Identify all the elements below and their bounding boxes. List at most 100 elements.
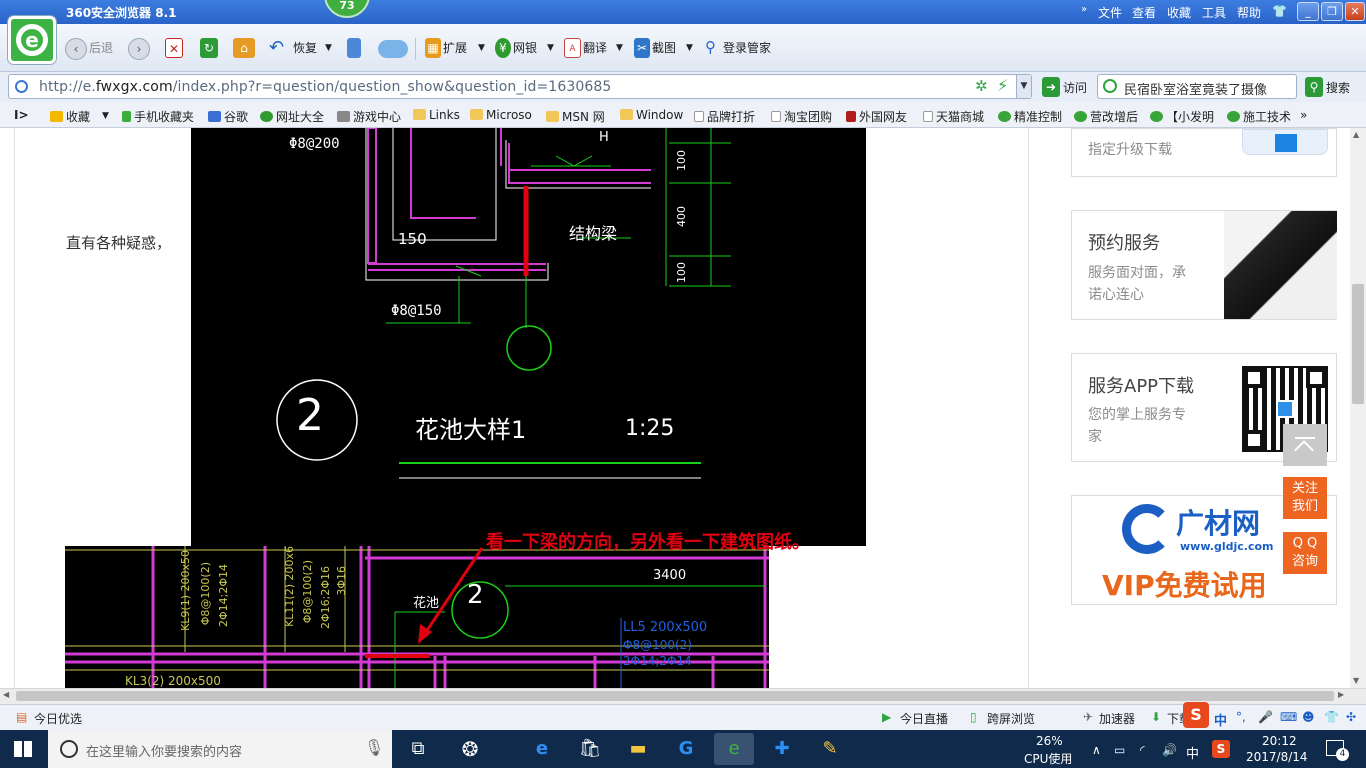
scroll-down-icon[interactable]: ▼ (1353, 676, 1359, 685)
back-icon[interactable]: ‹ (65, 38, 87, 60)
bookmark-item[interactable]: 外国网友 (846, 108, 907, 125)
bookmark-item[interactable]: Window (620, 108, 683, 122)
bookmark-item[interactable]: 施工技术 (1227, 108, 1291, 125)
ime-mode-chinese[interactable]: 中 (1214, 710, 1227, 729)
maximize-button[interactable]: ❐ (1321, 2, 1343, 21)
go-button[interactable]: 访问 (1063, 79, 1087, 96)
back-button-label[interactable]: 后退 (89, 38, 113, 58)
bookmark-item[interactable]: Microso (470, 108, 532, 122)
cad-drawing-detail[interactable]: Φ8@200 150 结构梁 Φ8@150 H 100 400 100 2 花池… (191, 127, 866, 546)
close-button[interactable]: ✕ (1345, 2, 1365, 21)
restore-button-label[interactable]: 恢复 (293, 38, 317, 58)
search-button[interactable]: 搜索 (1326, 79, 1350, 96)
extensions-dropdown-icon[interactable]: ▼ (478, 38, 485, 58)
url-dropdown-icon[interactable]: ▼ (1016, 75, 1031, 98)
back-to-top-button[interactable] (1283, 424, 1327, 466)
live-icon[interactable]: ▶ (882, 710, 891, 724)
bookmark-item[interactable]: 精准控制 (998, 108, 1062, 125)
tray-expand-icon[interactable]: ∧ (1092, 743, 1101, 757)
sidebar-toggle-icon[interactable]: I> (14, 108, 29, 122)
translate-button[interactable]: 翻译 (583, 38, 607, 58)
ime-punct-icon[interactable]: °, (1236, 710, 1246, 724)
follow-us-button[interactable]: 关注 我们 (1283, 477, 1327, 519)
menu-tools[interactable]: 工具 (1202, 4, 1226, 21)
screenshot-dropdown-icon[interactable]: ▼ (686, 38, 693, 58)
minimize-button[interactable]: _ (1297, 2, 1319, 21)
ime-keyboard-icon[interactable]: ⌨ (1280, 710, 1297, 724)
bookmark-item[interactable]: 天猫商城 (923, 108, 984, 125)
address-field[interactable]: http://e.fwxgx.com/index.php?r=question/… (8, 74, 1032, 99)
screenshot-icon[interactable]: ✂ (634, 38, 650, 58)
horizontal-scroll-thumb[interactable] (16, 691, 1334, 701)
download-icon[interactable]: ⬇ (1151, 710, 1161, 724)
microphone-icon[interactable]: 🎙 (364, 738, 384, 757)
menu-file[interactable]: 文件 (1098, 4, 1122, 21)
today-picks-link[interactable]: 今日优选 (34, 710, 82, 727)
glodon-icon[interactable]: G (666, 733, 706, 765)
bookmark-item[interactable]: 游戏中心 (337, 108, 401, 125)
menu-more-icon[interactable]: » (1081, 4, 1087, 15)
search-icon[interactable]: ⚲ (1305, 77, 1323, 97)
qq-consult-button[interactable]: Q Q 咨询 (1283, 532, 1327, 574)
sogou-ime-icon[interactable]: S (1183, 702, 1209, 728)
login-manager-icon[interactable]: ⚲ (705, 38, 716, 56)
screenshot-button[interactable]: 截图 (652, 38, 676, 58)
restore-icon[interactable]: ↶ (269, 37, 284, 58)
scroll-left-icon[interactable]: ◀ (3, 690, 9, 699)
browser-logo-icon[interactable]: e (8, 16, 56, 64)
battery-icon[interactable]: ▭ (1114, 743, 1125, 757)
bookmark-item[interactable]: 网址大全 (260, 108, 324, 125)
bookmark-item[interactable]: 【小发明 (1150, 108, 1214, 125)
notification-icon[interactable]: 4 (1326, 740, 1349, 761)
plus-app-icon[interactable]: ✚ (762, 733, 802, 765)
tray-sogou-icon[interactable]: S (1212, 740, 1230, 758)
edge-icon[interactable]: e (522, 733, 562, 765)
search-engine-icon[interactable] (1103, 79, 1117, 93)
ime-voice-icon[interactable]: 🎤 (1258, 710, 1273, 724)
clock-time[interactable]: 20:12 (1262, 734, 1297, 748)
wifi-icon[interactable]: ◜ (1140, 743, 1145, 757)
upgrade-card[interactable]: 指定升级下载 (1071, 128, 1337, 177)
menu-view[interactable]: 查看 (1132, 4, 1156, 21)
security-icon[interactable]: ✲ (975, 77, 988, 95)
scroll-right-icon[interactable]: ▶ (1338, 690, 1344, 699)
speed-mode-icon[interactable]: ⚡ (997, 76, 1008, 95)
ime-tools-icon[interactable]: ✣ (1346, 710, 1356, 724)
bookmark-item[interactable]: 手机收藏夹 (122, 108, 194, 125)
scroll-up-icon[interactable]: ▲ (1353, 130, 1359, 139)
extensions-button[interactable]: 扩展 (443, 38, 467, 58)
clock-date[interactable]: 2017/8/14 (1246, 750, 1308, 764)
cloud-icon[interactable] (378, 40, 408, 58)
bookmark-item[interactable]: 品牌打折 (694, 108, 755, 125)
accelerator-icon[interactable]: ✈ (1083, 710, 1093, 724)
extensions-icon[interactable]: ▦ (425, 38, 441, 58)
bookmark-item[interactable]: 收藏 (50, 108, 90, 125)
restore-dropdown-icon[interactable]: ▼ (325, 38, 332, 58)
skin-icon[interactable]: 👕 (1272, 4, 1287, 18)
home-icon[interactable]: ⌂ (233, 38, 255, 58)
stop-icon[interactable]: ✕ (165, 38, 183, 58)
task-app-swirl-icon[interactable]: ❂ (450, 733, 490, 765)
file-explorer-icon[interactable]: ▬ (618, 733, 658, 765)
netbank-button[interactable]: 网银 (513, 38, 537, 58)
url-text[interactable]: http://e.fwxgx.com/index.php?r=question/… (39, 79, 611, 95)
volume-icon[interactable]: 🔊 (1162, 743, 1177, 757)
today-live-link[interactable]: 今日直播 (900, 710, 948, 727)
go-icon[interactable]: ➜ (1042, 77, 1060, 97)
cross-screen-link[interactable]: 跨屏浏览 (987, 710, 1035, 727)
bookmark-item[interactable]: 营改增后 (1074, 108, 1138, 125)
bookmark-item[interactable]: 淘宝团购 (771, 108, 832, 125)
bookmark-item[interactable]: MSN 网 (546, 108, 605, 125)
store-icon[interactable]: 🛍 (570, 733, 610, 765)
vertical-scroll-thumb[interactable] (1352, 284, 1364, 404)
menu-help[interactable]: 帮助 (1237, 4, 1261, 21)
bookmark-item[interactable]: 谷歌 (208, 108, 248, 125)
bookmark-item[interactable]: Links (413, 108, 460, 122)
translate-icon[interactable]: A (564, 38, 581, 58)
vertical-scrollbar[interactable] (1350, 128, 1366, 688)
browser-360-taskbar-icon[interactable]: e (714, 733, 754, 765)
forward-icon[interactable]: › (128, 38, 150, 60)
bookmarks-more-icon[interactable]: » (1300, 108, 1307, 122)
today-picks-icon[interactable]: ▤ (16, 710, 27, 724)
menu-favorites[interactable]: 收藏 (1167, 4, 1191, 21)
